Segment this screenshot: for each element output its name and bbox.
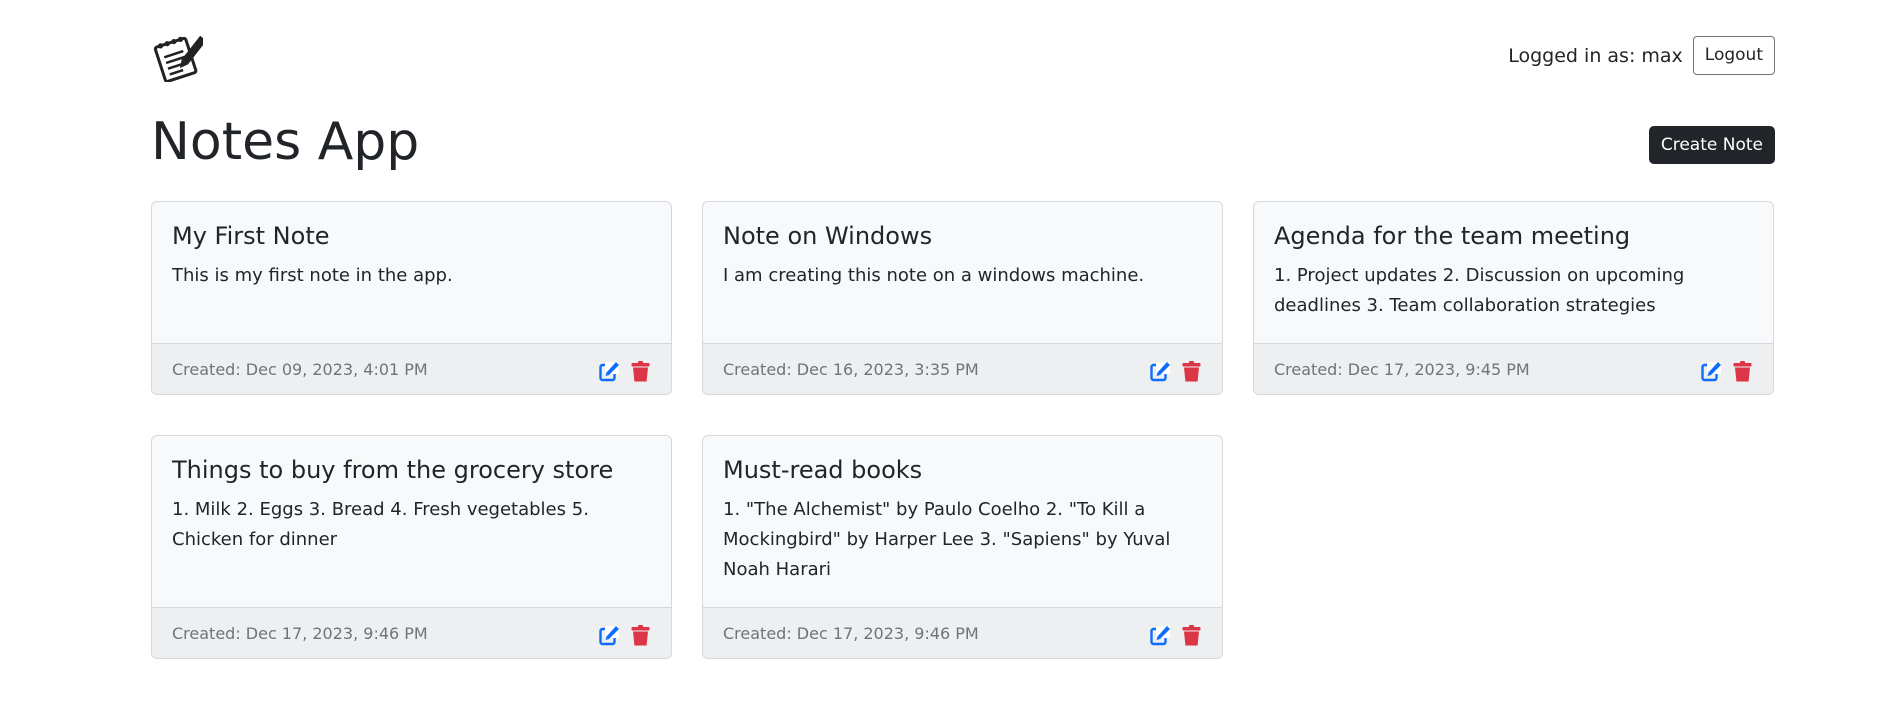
note-title: My First Note (172, 222, 330, 250)
trash-icon[interactable] (630, 360, 651, 382)
create-note-button[interactable]: Create Note (1648, 126, 1775, 164)
user-area: Logged in as: max Logout (1508, 36, 1775, 75)
note-body: My First Note This is my first note in t… (152, 202, 671, 343)
note-title: Must-read books (723, 456, 923, 484)
note-card: Note on Windows I am creating this note … (702, 201, 1223, 395)
note-created-date: Created: Dec 17, 2023, 9:45 PM (1274, 359, 1530, 379)
trash-icon[interactable] (1732, 360, 1753, 382)
page-title: Notes App (151, 112, 420, 172)
note-body: Agenda for the team meeting 1. Project u… (1254, 202, 1773, 343)
note-actions (1150, 621, 1202, 646)
note-created-date: Created: Dec 09, 2023, 4:01 PM (172, 359, 428, 379)
main-container: Logged in as: max Logout Notes App Creat… (151, 0, 1775, 659)
note-created-date: Created: Dec 17, 2023, 9:46 PM (723, 623, 979, 643)
note-actions (1150, 357, 1202, 382)
edit-icon[interactable] (599, 361, 620, 382)
edit-icon[interactable] (1701, 361, 1722, 382)
note-card: My First Note This is my first note in t… (151, 201, 672, 395)
note-card: Things to buy from the grocery store 1. … (151, 435, 672, 659)
note-card: Agenda for the team meeting 1. Project u… (1253, 201, 1774, 395)
edit-icon[interactable] (1150, 361, 1171, 382)
note-body: Note on Windows I am creating this note … (703, 202, 1222, 343)
note-card: Must-read books 1. "The Alchemist" by Pa… (702, 435, 1223, 659)
logged-in-label: Logged in as: max (1508, 44, 1683, 67)
note-title: Things to buy from the grocery store (172, 456, 614, 484)
note-body: Must-read books 1. "The Alchemist" by Pa… (703, 436, 1222, 607)
notepad-logo-icon[interactable] (151, 30, 207, 83)
note-footer: Created: Dec 17, 2023, 9:46 PM (703, 607, 1222, 658)
note-text: 1. "The Alchemist" by Paulo Coelho 2. "T… (723, 498, 1171, 580)
note-actions (599, 621, 651, 646)
edit-icon[interactable] (1150, 625, 1171, 646)
note-created-date: Created: Dec 16, 2023, 3:35 PM (723, 359, 979, 379)
note-text: This is my first note in the app. (172, 264, 453, 286)
trash-icon[interactable] (1181, 624, 1202, 646)
note-title: Note on Windows (723, 222, 933, 250)
note-body: Things to buy from the grocery store 1. … (152, 436, 671, 607)
note-footer: Created: Dec 17, 2023, 9:46 PM (152, 607, 671, 658)
trash-icon[interactable] (630, 624, 651, 646)
notes-grid: My First Note This is my first note in t… (151, 201, 1775, 659)
edit-icon[interactable] (599, 625, 620, 646)
trash-icon[interactable] (1181, 360, 1202, 382)
note-text: I am creating this note on a windows mac… (723, 264, 1145, 286)
note-footer: Created: Dec 16, 2023, 3:35 PM (703, 343, 1222, 394)
note-created-date: Created: Dec 17, 2023, 9:46 PM (172, 623, 428, 643)
note-text: 1. Milk 2. Eggs 3. Bread 4. Fresh vegeta… (172, 498, 589, 550)
heading-row: Notes App Create Note (151, 100, 1775, 200)
note-title: Agenda for the team meeting (1274, 222, 1631, 250)
note-footer: Created: Dec 09, 2023, 4:01 PM (152, 343, 671, 394)
logout-button[interactable]: Logout (1692, 36, 1775, 75)
note-text: 1. Project updates 2. Discussion on upco… (1274, 264, 1685, 316)
top-navbar: Logged in as: max Logout (151, 0, 1775, 100)
note-footer: Created: Dec 17, 2023, 9:45 PM (1254, 343, 1773, 394)
note-actions (1701, 357, 1753, 382)
page: Logged in as: max Logout Notes App Creat… (0, 0, 1899, 705)
note-actions (599, 357, 651, 382)
